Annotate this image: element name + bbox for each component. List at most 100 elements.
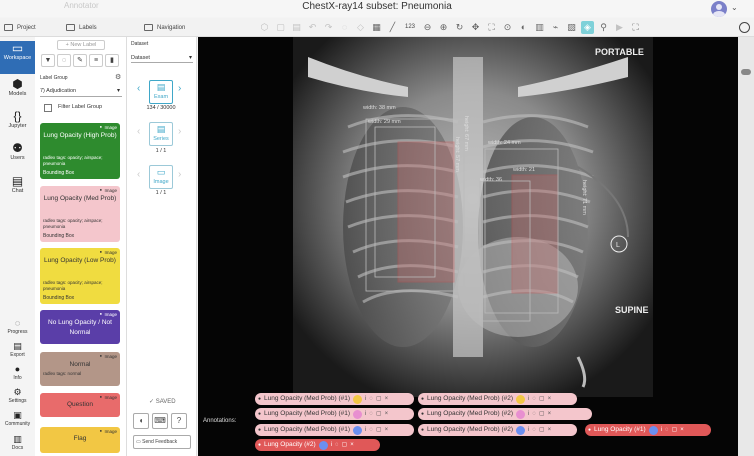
prev-series-icon[interactable]: ‹ [137,126,140,137]
annotation-chip[interactable]: ● Lung Opacity (Med Prob) (#2) i ◌ ▢ × [418,424,577,436]
nav-models[interactable]: ⬢ Models [0,77,35,97]
nav-export[interactable]: ▤ Export [0,341,35,358]
gear-icon[interactable]: ⚙ [115,73,121,81]
label-card[interactable]: ● Image Normal radlex tags: normal [40,352,120,386]
annotation-chip[interactable]: ● Lung Opacity (Med Prob) (#1) i ◌ ▢ × [255,393,414,405]
filter-icon[interactable]: ⌁ [549,21,562,34]
hide-icon[interactable]: ◌ [369,393,373,405]
annotation-box-left-lung[interactable] [511,174,559,294]
info-icon[interactable]: i [365,393,366,405]
series-button[interactable]: ▤ Series [149,122,173,146]
label-card[interactable]: ● Image Lung Opacity (High Prob) radlex ta… [40,123,120,179]
copy-icon[interactable]: ▢ [342,439,348,451]
redo-icon[interactable]: ↷ [322,21,335,34]
annotation-chip[interactable]: ● Lung Opacity (Med Prob) (#1) i ◌ ▢ × [255,408,414,420]
hide-icon[interactable]: ◌ [369,408,373,420]
eraser-icon[interactable]: ◇ [354,21,367,34]
history-icon[interactable] [739,22,750,33]
pan-icon[interactable]: ✥ [469,21,482,34]
label-card[interactable]: ● Image Lung Opacity (Low Prob) radlex tag… [40,248,120,304]
annotation-chip[interactable]: ● Lung Opacity (Med Prob) (#1) i ◌ ▢ × [255,424,414,436]
label-group-select[interactable]: 7) Adjudication ▾ [40,86,122,97]
marker-icon[interactable]: ⚲ [597,21,610,34]
annotation-box-right-lung[interactable] [397,141,455,283]
label-card[interactable]: ● Image Flag [40,427,120,453]
filter-label-group-checkbox[interactable] [44,104,52,112]
info-icon[interactable]: i [528,393,529,405]
clear-icon[interactable]: ≡ [89,54,103,67]
edit-icon[interactable]: ✎ [73,54,87,67]
hide-icon[interactable]: ◌ [57,54,71,67]
copy-icon[interactable]: ▢ [376,408,382,420]
viewer-side-scroll[interactable] [738,37,754,456]
next-image-icon[interactable]: › [178,169,181,180]
nav-users[interactable]: ⚉ Users [0,141,35,161]
label-card[interactable]: ● Image No Lung Opacity / Not Normal [40,310,120,344]
contrast-icon[interactable]: ◐ [517,21,530,34]
copy-icon[interactable]: ▢ [376,424,382,436]
copy-icon[interactable]: ▢ [539,424,545,436]
nav-settings[interactable]: ⚙ Settings [0,387,35,404]
zoom-in-icon[interactable]: ⊕ [437,21,450,34]
info-icon[interactable]: i [528,424,529,436]
image-icon[interactable]: ▨ [565,21,578,34]
hide-icon[interactable]: ◌ [532,393,536,405]
dataset-select[interactable]: Dataset ▾ [131,53,193,63]
annotation-chip[interactable]: ● Lung Opacity (#1) i ◌ ▢ × [585,424,711,436]
info-icon[interactable]: i [365,424,366,436]
filter-icon[interactable]: ▼ [41,54,55,67]
image-button[interactable]: ▭ Image [149,165,173,189]
exam-button[interactable]: ▤ Exam [149,80,173,104]
annotation-chip[interactable]: ● Lung Opacity (Med Prob) (#2) i ◌ ▢ × [418,393,577,405]
copy-icon[interactable]: ▢ [376,393,382,405]
tab-navigation[interactable]: Navigation [144,18,185,37]
chevron-down-icon[interactable]: ⌄ [731,3,738,12]
cube-tool-icon[interactable]: ⬡ [258,21,271,34]
close-icon[interactable]: × [385,408,389,420]
next-exam-icon[interactable]: › [178,83,181,94]
next-series-icon[interactable]: › [178,126,181,137]
nav-chat[interactable]: ▤ Chat [0,174,35,194]
close-icon[interactable]: × [350,439,354,451]
trash-icon[interactable]: ▮ [105,54,119,67]
nav-workspace[interactable]: ▭ Workspace [0,41,35,74]
undo-icon[interactable]: ↶ [306,21,319,34]
copy-icon[interactable]: ▢ [672,424,678,436]
hide-icon[interactable]: ◌ [369,424,373,436]
close-icon[interactable]: × [385,424,389,436]
close-icon[interactable]: × [680,424,684,436]
info-icon[interactable]: i [365,408,366,420]
close-icon[interactable]: × [548,408,552,420]
copy-tool-icon[interactable]: ▤ [290,21,303,34]
rotate-icon[interactable]: ↻ [453,21,466,34]
histogram-icon[interactable]: ▥ [533,21,546,34]
hide-icon[interactable]: ◌ [338,21,351,34]
send-feedback-button[interactable]: ▭ Send Feedback [133,435,191,449]
label-card[interactable]: ● Image Lung Opacity (Med Prob) radlex tag… [40,186,120,242]
info-icon[interactable]: i [661,424,662,436]
close-icon[interactable]: × [548,424,552,436]
prev-image-icon[interactable]: ‹ [137,169,140,180]
close-icon[interactable]: × [385,393,389,405]
hide-icon[interactable]: ◌ [665,424,669,436]
help-icon[interactable]: ? [171,413,187,429]
zoom-out-icon[interactable]: ⊖ [421,21,434,34]
prev-exam-icon[interactable]: ‹ [137,83,140,94]
tab-labels[interactable]: Labels [66,18,97,37]
counter-tool[interactable]: 123 [402,21,418,34]
info-icon[interactable]: i [331,439,332,451]
hide-icon[interactable]: ◌ [532,408,536,420]
annotation-chip[interactable]: ● Lung Opacity (Med Prob) (#2) i ◌ ▢ × [418,408,592,420]
info-icon[interactable]: i [528,408,529,420]
nav-progress[interactable]: ◌ Progress [0,318,35,335]
nav-jupyter[interactable]: {} Jupyter [0,109,35,129]
new-label-button[interactable]: + New Label [57,40,105,50]
label-card[interactable]: ● Image Question [40,393,120,417]
tab-project[interactable]: Project [4,18,36,37]
hide-icon[interactable]: ◌ [335,439,339,451]
annotation-chip[interactable]: ● Lung Opacity (#2) i ◌ ▢ × [255,439,380,451]
mouse-icon[interactable]: ◖ [133,413,149,429]
nav-community[interactable]: ▣ Community [0,410,35,427]
keyboard-icon[interactable]: ⌨ [152,413,168,429]
fullscreen-icon[interactable]: ⛶ [629,21,642,34]
